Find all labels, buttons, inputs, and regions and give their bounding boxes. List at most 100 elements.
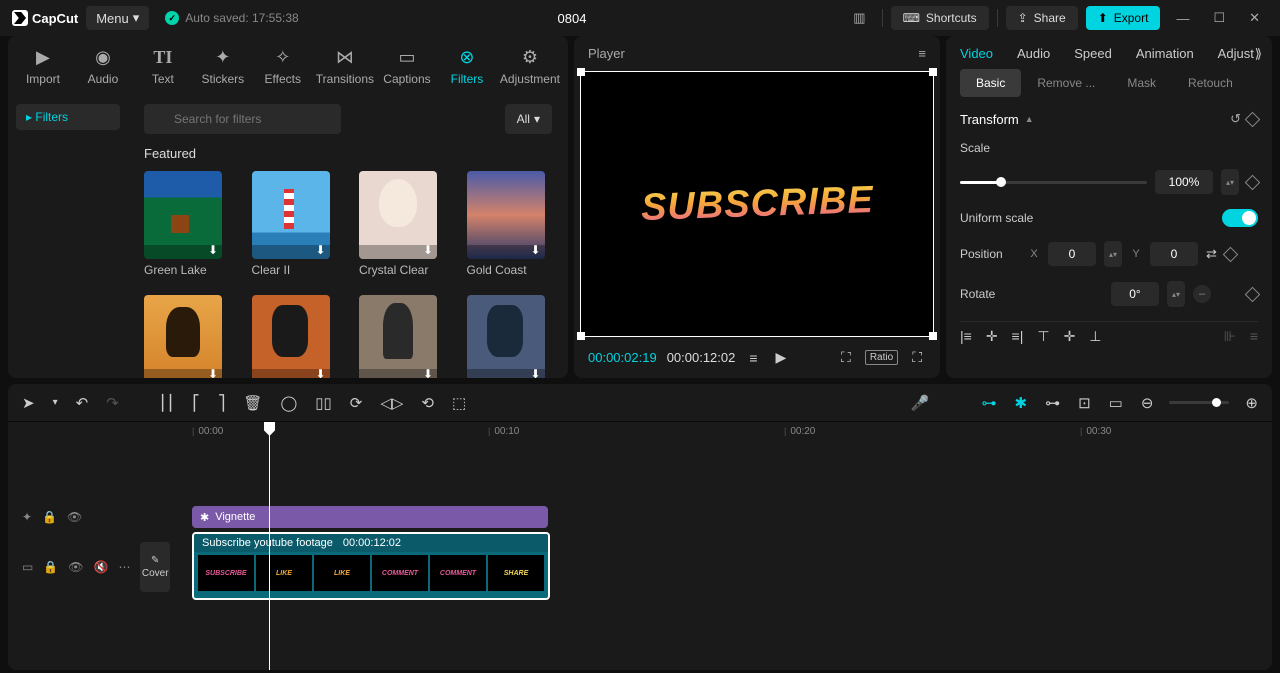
more-icon[interactable]: ⋯ [118,560,130,574]
crop-tool[interactable]: ⬚ [450,392,468,414]
ratio-button[interactable]: Ratio [865,350,898,365]
tab-captions[interactable]: ▭Captions [378,40,436,96]
distribute-v-icon[interactable]: ≡ [1250,328,1258,345]
tab-filters[interactable]: ⊗Filters [438,40,496,96]
all-filters-button[interactable]: All ▾ [505,104,552,134]
eye-icon[interactable]: 👁 [67,510,82,524]
redo-button[interactable]: ↷ [104,392,121,414]
track-area[interactable]: ✱ Vignette Subscribe youtube footage 00:… [188,444,1272,670]
mirror-tool[interactable]: ◁▷ [378,392,405,414]
tab-speed[interactable]: Speed [1074,46,1112,61]
uniform-scale-toggle[interactable] [1222,209,1258,227]
menu-button[interactable]: Menu ▾ [86,6,149,30]
subtab-retouch[interactable]: Retouch [1172,69,1249,97]
resize-handle[interactable] [929,332,937,340]
filter-item[interactable]: ⬇ [359,295,445,378]
tab-text[interactable]: TIText [134,40,192,96]
selection-tool[interactable]: ➤ [20,392,37,414]
filter-item[interactable]: ⬇Gold Coast [467,171,553,277]
group-tool[interactable]: ▯▯ [313,392,334,414]
refresh-tool[interactable]: ⟳ [348,392,365,414]
scale-stepper[interactable]: ▴▾ [1221,169,1239,195]
eye-icon[interactable]: 👁 [68,560,83,574]
rotate-tool[interactable]: ⟲ [419,392,436,414]
close-button[interactable]: ✕ [1241,10,1268,26]
align-top-icon[interactable]: ⊤ [1037,328,1049,345]
filter-item[interactable]: ⬇Green Lake [144,171,230,277]
tab-audio[interactable]: Audio [1017,46,1050,61]
play-button[interactable]: ▶ [772,347,791,368]
resize-handle[interactable] [929,68,937,76]
zoom-out-button[interactable]: ⊖ [1139,392,1156,414]
layout-icon[interactable]: ▥ [845,10,873,26]
rotate-stepper[interactable]: ▴▾ [1167,281,1185,307]
subtab-remove[interactable]: Remove ... [1021,69,1111,97]
keyframe-icon[interactable] [1223,246,1239,262]
link-icon[interactable]: ⇄ [1206,246,1217,262]
list-icon[interactable]: ≡ [745,348,761,368]
rotate-dial[interactable]: ‒ [1193,285,1211,303]
resize-handle[interactable] [577,332,585,340]
subtab-basic[interactable]: Basic [960,69,1021,97]
video-icon[interactable]: ▭ [22,560,33,574]
filter-item[interactable]: ⬇ [467,295,553,378]
player-menu-icon[interactable]: ≡ [918,46,926,61]
x-stepper[interactable]: ▴▾ [1104,241,1122,267]
transform-header[interactable]: Transform ▲ ↺ [960,111,1258,127]
lock-icon[interactable]: 🔒 [43,560,58,574]
more-icon[interactable]: ⟫ [1255,46,1262,62]
link-tool[interactable]: ⊶ [1043,392,1062,414]
share-button[interactable]: ⇪ Share [1006,6,1078,30]
align-bottom-icon[interactable]: ⊥ [1089,328,1101,345]
keyframe-icon[interactable] [1245,174,1261,190]
align-right-icon[interactable]: ≡| [1012,328,1024,345]
filter-item[interactable]: ⬇ [252,295,338,378]
tab-audio[interactable]: ◉Audio [74,40,132,96]
undo-button[interactable]: ↶ [74,392,91,414]
align-left-icon[interactable]: |≡ [960,328,972,345]
distribute-h-icon[interactable]: ⊪ [1224,328,1236,345]
keyframe-icon[interactable] [1245,286,1261,302]
keyframe-icon[interactable] [1245,111,1261,127]
reset-icon[interactable]: ↺ [1230,111,1241,127]
timeline-ruler[interactable]: 00:00 00:10 00:20 00:30 [188,422,1272,444]
effects-icon[interactable]: ✦ [22,510,32,524]
tab-adjust[interactable]: Adjust [1218,46,1254,61]
track-tool[interactable]: ▭ [1107,392,1125,414]
tab-effects[interactable]: ✧Effects [254,40,312,96]
fullscreen-button[interactable]: ⛶ [908,347,926,368]
filter-item[interactable]: ⬇Clear II [252,171,338,277]
filter-item[interactable]: ⬇Crystal Clear [359,171,445,277]
snap-tool[interactable]: ✱ [1013,392,1030,414]
delete-tool[interactable]: 🗑 [241,392,264,414]
export-button[interactable]: ⬆ Export [1086,6,1161,30]
minimize-button[interactable]: — [1168,11,1197,26]
maximize-button[interactable]: ☐ [1205,10,1233,26]
tool-dropdown[interactable]: ▾ [51,395,60,410]
position-y-input[interactable] [1150,242,1198,266]
lock-icon[interactable]: 🔒 [42,510,57,524]
zoom-slider[interactable] [1169,401,1229,404]
preview-tool[interactable]: ⊡ [1076,392,1093,414]
subtab-mask[interactable]: Mask [1111,69,1172,97]
mic-icon[interactable]: 🎤 [909,392,932,414]
filter-item[interactable]: ⬇ [144,295,230,378]
cover-button[interactable]: ✎ Cover [140,542,170,592]
scan-icon[interactable]: ⛶ [837,347,855,368]
scale-slider[interactable] [960,181,1147,184]
scale-input[interactable] [1155,170,1213,194]
magnet-tool[interactable]: ⊶ [980,392,999,414]
tab-animation[interactable]: Animation [1136,46,1194,61]
shortcuts-button[interactable]: ⌨ Shortcuts [891,6,989,30]
rotate-input[interactable] [1111,282,1159,306]
playhead[interactable] [269,424,270,670]
align-center-v-icon[interactable]: ✛ [1064,328,1076,345]
trim-right-tool[interactable]: ⎤ [216,392,228,414]
tab-transitions[interactable]: ⋈Transitions [314,40,376,96]
mute-icon[interactable]: 🔇 [94,560,109,574]
split-tool[interactable]: ⎮⎮ [157,392,177,414]
position-x-input[interactable] [1048,242,1096,266]
tab-adjustment[interactable]: ⚙Adjustment [498,40,562,96]
player-viewport[interactable]: SUBSCRIBE [580,71,934,337]
trim-left-tool[interactable]: ⎡ [190,392,202,414]
